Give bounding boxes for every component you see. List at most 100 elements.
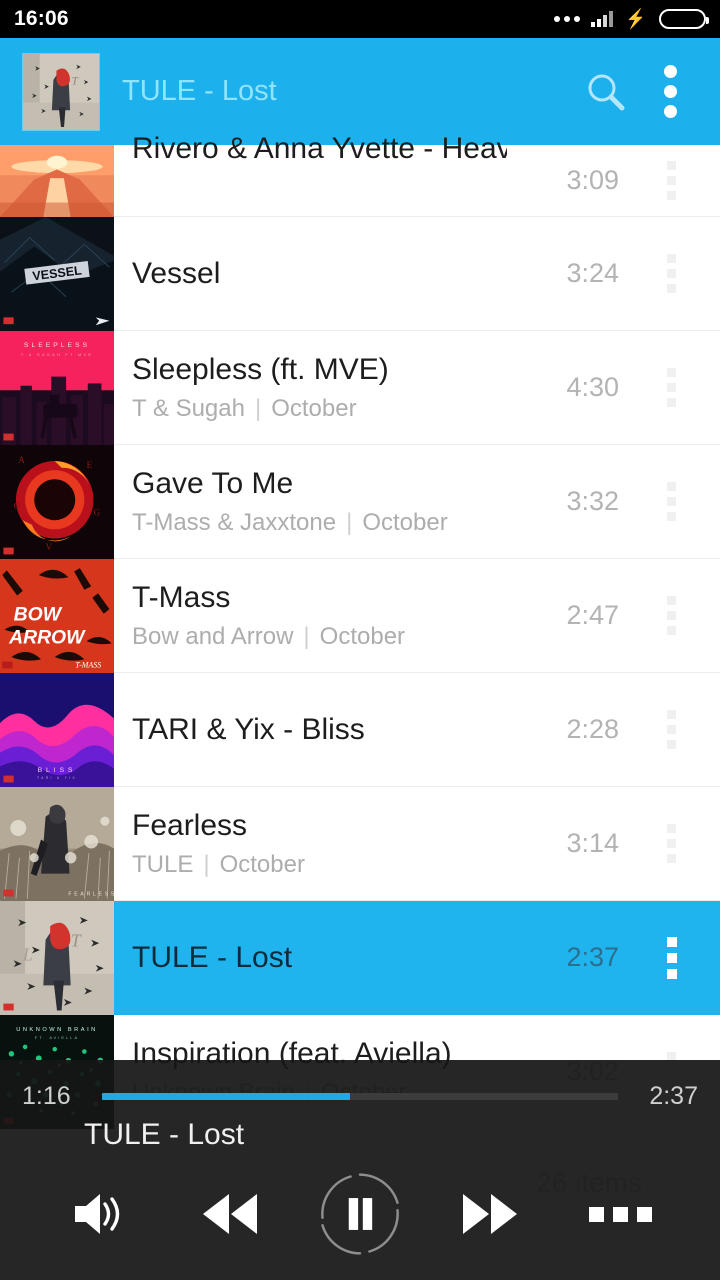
track-text: TARI & Yix - Bliss — [114, 673, 515, 786]
track-artwork: A E O G V — [0, 445, 114, 559]
track-overflow-icon[interactable] — [623, 787, 720, 900]
track-title: TULE - Lost — [132, 940, 507, 975]
track-text: Rivero & Anna Yvette - Heaven — [114, 145, 515, 216]
track-row[interactable]: Rivero & Anna Yvette - Heaven3:09 — [0, 145, 720, 217]
more-icon[interactable] — [576, 1169, 666, 1259]
track-title: Vessel — [132, 256, 507, 291]
svg-text:FEARLESS: FEARLESS — [68, 891, 114, 897]
track-duration: 2:47 — [515, 559, 623, 672]
track-subtitle: TULE|October — [132, 851, 507, 879]
track-title: TARI & Yix - Bliss — [132, 712, 507, 747]
svg-text:A: A — [18, 455, 25, 465]
app-bar-title: TULE - Lost — [122, 75, 574, 108]
track-list-rows: Rivero & Anna Yvette - Heaven3:09VESSELV… — [0, 145, 720, 1129]
elapsed-time: 1:16 — [22, 1082, 84, 1111]
forward-icon[interactable] — [445, 1169, 535, 1259]
track-artwork: BOWARROWT-MASS — [0, 559, 114, 673]
album-art-lost-icon: T — [23, 54, 99, 130]
total-time: 2:37 — [636, 1082, 698, 1111]
track-artwork: SLEEPLESS T & SUGAH FT MVE — [0, 331, 114, 445]
track-duration: 4:30 — [515, 331, 623, 444]
player-controls — [0, 1154, 720, 1274]
track-overflow-icon[interactable] — [623, 559, 720, 672]
track-duration: 3:24 — [515, 217, 623, 330]
track-artwork: VESSEL — [0, 217, 114, 331]
svg-text:V: V — [46, 542, 53, 552]
track-artist: T-Mass & Jaxxtone — [132, 509, 336, 536]
battery-icon — [659, 9, 706, 29]
status-clock: 16:06 — [14, 7, 69, 31]
track-artwork — [0, 145, 114, 217]
pause-icon[interactable] — [315, 1169, 405, 1259]
svg-text:T & SUGAH FT MVE: T & SUGAH FT MVE — [21, 352, 93, 357]
status-icons: ⚡ — [554, 9, 706, 29]
track-overflow-icon[interactable] — [623, 217, 720, 330]
track-album: October — [362, 509, 447, 536]
track-duration: 2:28 — [515, 673, 623, 786]
svg-text:G: G — [93, 508, 100, 518]
track-duration: 3:14 — [515, 787, 623, 900]
volume-icon[interactable] — [54, 1169, 144, 1259]
track-text: Gave To Me T-Mass & Jaxxtone|October — [114, 445, 515, 558]
track-album: October — [320, 623, 405, 650]
track-duration: 2:37 — [515, 901, 623, 1014]
track-row[interactable]: VESSEL Vessel3:24 — [0, 217, 720, 331]
track-row[interactable]: BLISS TARI & YIX TARI & Yix - Bliss2:28 — [0, 673, 720, 787]
track-title: Sleepless (ft. MVE) — [132, 352, 507, 387]
subtitle-separator: | — [193, 851, 219, 878]
track-duration: 3:09 — [515, 145, 623, 216]
search-icon[interactable] — [574, 60, 638, 124]
track-row[interactable]: A E O G V Gave To Me T-Mass & Jaxxtone|October… — [0, 445, 720, 559]
track-row[interactable]: BOWARROWT-MASS T-Mass Bow and Arrow|Octobe… — [0, 559, 720, 673]
svg-text:TARI & YIX: TARI & YIX — [37, 776, 77, 780]
seek-row: 1:16 2:37 — [0, 1078, 720, 1114]
svg-text:O: O — [14, 501, 21, 511]
track-text: Sleepless (ft. MVE) T & Sugah|October — [114, 331, 515, 444]
track-overflow-icon[interactable] — [623, 331, 720, 444]
track-row[interactable]: SLEEPLESS T & SUGAH FT MVE Sleepless (ft. … — [0, 331, 720, 445]
svg-text:BOW: BOW — [14, 604, 63, 626]
track-artwork: FEARLESS — [0, 787, 114, 901]
track-overflow-icon[interactable] — [623, 901, 720, 1014]
track-overflow-icon[interactable] — [623, 145, 720, 216]
track-text: T-Mass Bow and Arrow|October — [114, 559, 515, 672]
track-artwork: TL — [0, 901, 114, 1015]
subtitle-separator: | — [245, 395, 271, 422]
track-title: Fearless — [132, 808, 507, 843]
track-row[interactable]: TL TULE - Lost2:37 — [0, 901, 720, 1015]
charging-bolt-icon: ⚡ — [626, 10, 646, 29]
track-album: October — [220, 851, 305, 878]
track-text: Vessel — [114, 217, 515, 330]
svg-text:SLEEPLESS: SLEEPLESS — [24, 342, 90, 349]
seek-progress-fill — [102, 1093, 350, 1100]
player-bar: 1:16 2:37 TULE - Lost — [0, 1060, 720, 1280]
app-bar: T TULE - Lost — [0, 38, 720, 145]
track-title: Rivero & Anna Yvette - Heaven — [132, 131, 507, 166]
track-overflow-icon[interactable] — [623, 673, 720, 786]
seek-slider[interactable] — [102, 1093, 618, 1100]
svg-text:FT. AVIELLA: FT. AVIELLA — [35, 1035, 79, 1040]
subtitle-separator: | — [293, 623, 319, 650]
track-subtitle: T-Mass & Jaxxtone|October — [132, 509, 507, 537]
rewind-icon[interactable] — [185, 1169, 275, 1259]
track-duration: 3:32 — [515, 445, 623, 558]
track-subtitle: Bow and Arrow|October — [132, 623, 507, 651]
now-playing-artwork[interactable]: T — [22, 53, 100, 131]
phone-screen: 16:06 ⚡ — [0, 0, 720, 1280]
track-title: Gave To Me — [132, 466, 507, 501]
svg-text:E: E — [87, 460, 93, 470]
subtitle-separator: | — [336, 509, 362, 536]
track-subtitle: T & Sugah|October — [132, 395, 507, 423]
track-artist: T & Sugah — [132, 395, 245, 422]
signal-bars-icon — [591, 11, 613, 27]
svg-text:T-MASS: T-MASS — [75, 660, 101, 669]
track-overflow-icon[interactable] — [623, 445, 720, 558]
svg-text:L: L — [22, 944, 33, 964]
svg-text:UNKNOWN BRAIN: UNKNOWN BRAIN — [16, 1027, 98, 1033]
svg-text:BLISS: BLISS — [38, 767, 77, 774]
overflow-menu-icon[interactable] — [638, 60, 702, 124]
track-title: T-Mass — [132, 580, 507, 615]
track-text: TULE - Lost — [114, 901, 515, 1014]
track-artwork: BLISS TARI & YIX — [0, 673, 114, 787]
track-row[interactable]: FEARLESS Fearless TULE|October 3:14 — [0, 787, 720, 901]
